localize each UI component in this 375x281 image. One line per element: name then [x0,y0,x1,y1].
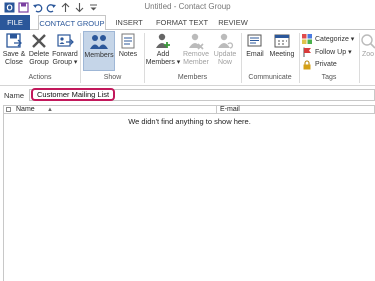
members-view-label: Members [84,52,114,59]
notes-label: Notes [118,51,138,58]
name-label: Name [4,91,25,100]
title-bar: O Untitled - Contact Group [0,0,375,15]
save-close-label-1: Save & [2,51,26,58]
group-label-actions: Actions [28,74,52,81]
forward-group-label-1: Forward [52,51,78,58]
remove-member-button[interactable]: Remove Member [181,31,211,67]
forward-group-button[interactable]: Forward Group ▾ [51,31,79,67]
categorize-label: Categorize ▾ [315,35,355,43]
zoom-label: Zoo [361,51,375,58]
group-label-tags: Tags [321,74,337,81]
tab-file[interactable]: FILE [0,15,30,30]
email-icon [245,31,265,51]
tab-format-text[interactable]: FORMAT TEXT [154,15,210,30]
group-name-value[interactable]: Customer Mailing List [31,88,116,101]
meeting-button[interactable]: Meeting [267,31,297,59]
column-header-name[interactable]: Name [16,106,35,114]
categorize-icon [302,33,312,44]
remove-member-icon [186,31,206,51]
lock-icon [302,59,312,70]
ribbon-tabs: FILE CONTACT GROUP INSERT FORMAT TEXT RE… [0,15,375,31]
group-label-members: Members [177,74,208,81]
meeting-calendar-icon [272,31,292,51]
remove-member-label-2: Member [183,59,209,66]
add-members-label-2: Members ▾ [145,59,181,66]
zoom-button[interactable]: Zoo [361,31,375,59]
forward-group-icon [55,31,75,51]
tab-review[interactable]: REVIEW [218,15,248,30]
save-close-icon [4,31,24,51]
forward-group-label-2: Group ▾ [52,59,78,66]
add-member-icon [153,31,173,51]
delete-group-label-2: Group [29,59,49,66]
private-button[interactable]: Private [302,59,337,70]
member-list[interactable]: We didn't find anything to show here. [3,114,375,281]
tab-contact-group[interactable]: CONTACT GROUP [38,15,106,31]
column-divider[interactable] [216,106,217,114]
select-column-icon[interactable] [6,107,11,112]
save-close-label-2: Close [5,59,23,66]
members-icon [89,32,109,52]
update-now-label-2: Now [217,59,232,66]
meeting-label: Meeting [269,51,295,58]
update-now-button[interactable]: Update Now [212,31,238,67]
zoom-icon [361,31,375,51]
group-separator [359,33,360,83]
column-header-email[interactable]: E-mail [220,106,240,114]
follow-up-button[interactable]: Follow Up ▾ [302,46,352,57]
remove-member-label-1: Remove [182,51,210,58]
update-now-icon [215,31,235,51]
member-list-header: Name ▲ E-mail [3,105,375,114]
window-title: Untitled - Contact Group [144,2,231,11]
group-label-communicate: Communicate [248,74,292,81]
group-label-show: Show [103,74,122,81]
delete-group-button[interactable]: Delete Group [27,31,51,67]
update-now-label-1: Update [213,51,237,58]
name-row: Name Customer Mailing List [0,88,375,103]
follow-up-label: Follow Up ▾ [315,48,352,56]
empty-list-message: We didn't find anything to show here. [128,117,251,126]
add-members-button[interactable]: Add Members ▾ [146,31,180,67]
tab-insert[interactable]: INSERT [114,15,144,30]
delete-group-label-1: Delete [28,51,50,58]
add-members-label-1: Add [156,51,170,58]
sort-ascending-icon: ▲ [47,107,53,113]
email-button[interactable]: Email [243,31,267,59]
ribbon: Save & Close Delete Group Forward Group … [0,30,375,86]
notes-icon [118,31,138,51]
private-label: Private [315,61,337,68]
email-label: Email [246,51,264,58]
flag-icon [302,47,312,57]
notes-button[interactable]: Notes [116,31,140,59]
delete-x-icon [29,31,49,51]
categorize-button[interactable]: Categorize ▾ [302,33,354,44]
save-close-button[interactable]: Save & Close [1,31,27,67]
members-view-button[interactable]: Members [83,31,115,71]
